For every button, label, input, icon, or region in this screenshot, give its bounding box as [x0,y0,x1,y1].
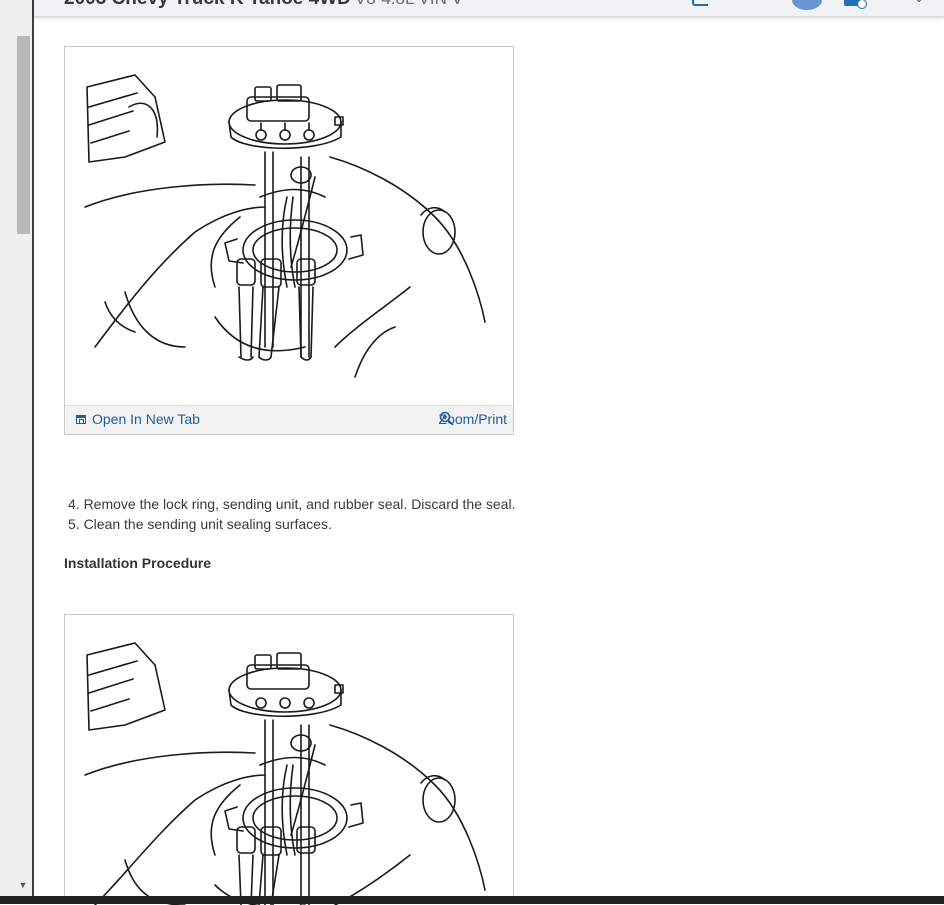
vehicle-engine-text: V8-4.8L VIN V [355,0,463,8]
drawing-group [84,74,486,378]
drawing-group [84,642,486,905]
open-new-tab-icon [76,414,86,424]
open-in-new-tab-label: Open In New Tab [92,411,200,427]
os-taskbar [0,896,944,904]
vehicle-title[interactable]: 2003 Chevy Truck K Tahoe 4WD V8-4.8L VIN … [64,0,463,10]
add-app-icon[interactable] [844,0,867,9]
scroll-down-arrow-icon[interactable]: ▼ [18,880,28,890]
zoom-print-button[interactable]: Zoom/Print [439,411,507,427]
top-header-bar: 2003 Chevy Truck K Tahoe 4WD V8-4.8L VIN … [34,0,944,17]
caret-icon: › [782,0,786,4]
fuel-pump-illustration-installation [84,642,486,905]
section-heading-installation: Installation Procedure [64,555,212,571]
feedback-icon[interactable] [692,0,708,6]
open-in-new-tab-button[interactable]: Open In New Tab [76,411,200,427]
chevron-down-icon[interactable]: ⌄ [914,0,924,5]
procedure-steps: 4. Remove the lock ring, sending unit, a… [68,494,515,534]
figure-footer: Open In New Tab Zoom/Print [65,405,513,434]
vehicle-title-text: 2003 Chevy Truck K Tahoe 4WD [64,0,351,9]
zoom-in-icon [439,411,454,426]
figure-installation [64,614,514,905]
user-avatar[interactable] [792,0,822,10]
step-5: 5. Clean the sending unit sealing surfac… [68,516,332,532]
scrollbar-thumb[interactable] [17,36,30,234]
step-4: 4. Remove the lock ring, sending unit, a… [68,496,516,512]
left-gutter: ▼ [0,0,34,896]
fuel-pump-illustration-removal [84,74,486,378]
figure-removal: Open In New Tab Zoom/Print [64,46,514,435]
